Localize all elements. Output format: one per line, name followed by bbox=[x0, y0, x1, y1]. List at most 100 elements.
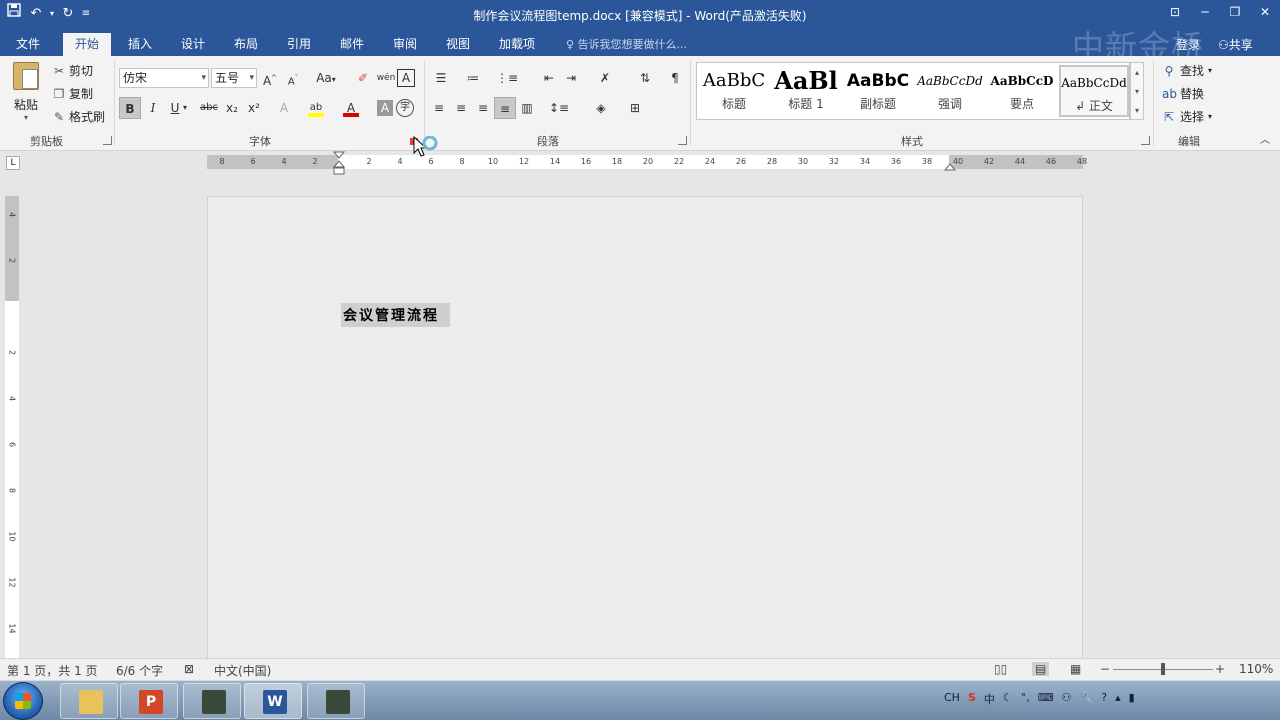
tab-view[interactable]: 视图 bbox=[434, 33, 482, 56]
document-selected-text[interactable]: 会议管理流程 bbox=[341, 303, 450, 327]
font-family-select[interactable]: 仿宋 bbox=[119, 68, 209, 88]
character-border-button[interactable]: A bbox=[397, 69, 415, 87]
read-mode-icon[interactable]: ▯▯ bbox=[994, 662, 1007, 676]
tab-addins[interactable]: 加载项 bbox=[487, 33, 547, 56]
grow-font-button[interactable]: A^ bbox=[259, 67, 281, 89]
paragraph-launcher-icon[interactable] bbox=[678, 136, 687, 145]
sort-icon[interactable]: ⇅ bbox=[634, 67, 656, 89]
style-heading-1[interactable]: AaBl 标题 1 bbox=[771, 65, 841, 117]
keyboard-icon[interactable]: ⌨ bbox=[1038, 691, 1054, 707]
justify-icon[interactable]: ≡ bbox=[494, 97, 516, 119]
clipboard-launcher-icon[interactable] bbox=[103, 136, 112, 145]
tray-language[interactable]: CH bbox=[944, 691, 960, 707]
shading-bucket-icon[interactable]: ◈ bbox=[590, 97, 612, 119]
align-center-icon[interactable]: ≡ bbox=[450, 97, 472, 119]
start-button[interactable] bbox=[3, 682, 43, 720]
language-indicator[interactable]: 中文(中国) bbox=[214, 662, 271, 679]
change-case-button[interactable]: Aa▾ bbox=[311, 67, 341, 89]
tab-design[interactable]: 设计 bbox=[169, 33, 217, 56]
style-title[interactable]: AaBbC 标题 bbox=[699, 65, 769, 117]
vertical-ruler[interactable]: 4 2 2 4 6 8 10 12 14 bbox=[5, 196, 19, 658]
cut-button[interactable]: ✂ 剪切 bbox=[52, 62, 93, 79]
decrease-indent-icon[interactable]: ⇤ bbox=[538, 67, 560, 89]
replace-button[interactable]: ab 替换 bbox=[1162, 85, 1204, 102]
superscript-button[interactable]: x² bbox=[243, 97, 265, 119]
bold-button[interactable]: B bbox=[119, 97, 141, 119]
ribbon-display-options-icon[interactable]: ⊡ bbox=[1160, 0, 1190, 24]
taskbar-app-5[interactable] bbox=[307, 683, 365, 719]
distributed-icon[interactable]: ▥ bbox=[516, 97, 538, 119]
tab-layout[interactable]: 布局 bbox=[222, 33, 270, 56]
style-normal[interactable]: AaBbCcDd ↲ 正文 bbox=[1059, 65, 1129, 117]
line-spacing-icon[interactable]: ↕≡ bbox=[548, 97, 570, 119]
font-size-select[interactable]: 五号 bbox=[211, 68, 257, 88]
taskbar-app-3[interactable] bbox=[183, 683, 241, 719]
word-count[interactable]: 6/6 个字 bbox=[116, 662, 163, 679]
shrink-font-button[interactable]: Aˇ bbox=[282, 67, 304, 89]
underline-dropdown-icon[interactable]: ▾ bbox=[180, 97, 190, 119]
enclose-characters-button[interactable]: 字 bbox=[396, 99, 414, 117]
wrench-icon[interactable]: 🔧 bbox=[1080, 691, 1094, 707]
phonetic-guide-button[interactable]: wén bbox=[375, 67, 397, 89]
taskbar-file-explorer[interactable] bbox=[60, 683, 118, 719]
tab-insert[interactable]: 插入 bbox=[116, 33, 164, 56]
indent-markers[interactable] bbox=[333, 151, 345, 177]
subscript-button[interactable]: x₂ bbox=[221, 97, 243, 119]
right-indent-marker[interactable] bbox=[944, 159, 956, 171]
tab-mailings[interactable]: 邮件 bbox=[328, 33, 376, 56]
strikethrough-button[interactable]: abc bbox=[197, 97, 221, 119]
page-count[interactable]: 第 1 页，共 1 页 bbox=[7, 662, 98, 679]
align-right-icon[interactable]: ≡ bbox=[472, 97, 494, 119]
style-strong[interactable]: AaBbCcD 要点 bbox=[987, 65, 1057, 117]
user-icon[interactable]: ⚇ bbox=[1062, 691, 1072, 707]
document-page[interactable]: 会议管理流程 bbox=[207, 196, 1083, 666]
punctuation-icon[interactable]: °, bbox=[1021, 691, 1030, 707]
increase-indent-icon[interactable]: ⇥ bbox=[560, 67, 582, 89]
character-shading-button[interactable]: A bbox=[377, 100, 393, 116]
multilevel-list-icon[interactable]: ⋮≡ bbox=[496, 67, 518, 89]
borders-icon[interactable]: ⊞ bbox=[624, 97, 646, 119]
tab-references[interactable]: 引用 bbox=[275, 33, 323, 56]
zoom-level[interactable]: 110% bbox=[1239, 662, 1273, 676]
tray-overflow-icon[interactable]: ▴ bbox=[1115, 691, 1121, 707]
proofing-icon[interactable]: ⊠ bbox=[184, 662, 194, 676]
font-color-button[interactable]: A bbox=[340, 97, 362, 119]
styles-gallery-scroll[interactable]: ▴ ▾ ▾ bbox=[1130, 62, 1144, 120]
text-effects-button[interactable]: A bbox=[273, 97, 295, 119]
paste-button[interactable]: 粘贴 ▾ bbox=[10, 62, 42, 122]
moon-icon[interactable]: ☾ bbox=[1003, 691, 1013, 707]
show-marks-icon[interactable]: ¶ bbox=[664, 67, 686, 89]
format-painter-button[interactable]: ✎ 格式刷 bbox=[52, 108, 105, 125]
tab-home[interactable]: 开始 bbox=[63, 33, 112, 56]
find-button[interactable]: ⚲ 查找 ▾ bbox=[1162, 62, 1212, 79]
style-emphasis[interactable]: AaBbCcDd 强调 bbox=[915, 65, 985, 117]
print-layout-icon[interactable]: ▤ bbox=[1032, 662, 1050, 676]
select-button[interactable]: ⇱ 选择 ▾ bbox=[1162, 108, 1212, 125]
zoom-in-icon[interactable]: + bbox=[1215, 662, 1225, 676]
styles-launcher-icon[interactable] bbox=[1141, 136, 1150, 145]
clear-formatting-icon[interactable]: ✐ bbox=[352, 67, 374, 89]
zoom-slider-thumb[interactable] bbox=[1161, 663, 1165, 675]
sogou-ime-icon[interactable]: S bbox=[968, 691, 976, 707]
tab-review[interactable]: 审阅 bbox=[381, 33, 429, 56]
tray-ime-mode[interactable]: 中 bbox=[984, 691, 995, 707]
zoom-out-icon[interactable]: − bbox=[1100, 662, 1110, 676]
bullets-icon[interactable]: ☰ bbox=[430, 67, 452, 89]
share-button[interactable]: ⚇共享 bbox=[1218, 36, 1253, 53]
numbering-icon[interactable]: ≔ bbox=[462, 67, 484, 89]
italic-button[interactable]: I bbox=[142, 97, 164, 119]
web-layout-icon[interactable]: ▦ bbox=[1070, 662, 1081, 676]
align-left-icon[interactable]: ≡ bbox=[428, 97, 450, 119]
tell-me-box[interactable]: ♀ 告诉我您想要做什么... bbox=[566, 36, 687, 52]
tab-file[interactable]: 文件 bbox=[4, 33, 52, 56]
collapse-ribbon-icon[interactable]: ︿ bbox=[1254, 130, 1276, 152]
tab-selector[interactable]: L bbox=[6, 156, 20, 170]
taskbar-word[interactable]: W bbox=[244, 683, 302, 719]
chinese-layout-icon[interactable]: ✗ bbox=[594, 67, 616, 89]
restore-button[interactable]: ❐ bbox=[1220, 0, 1250, 24]
copy-button[interactable]: ❐ 复制 bbox=[52, 85, 93, 102]
style-subtitle[interactable]: AaBbC 副标题 bbox=[843, 65, 913, 117]
close-button[interactable]: ✕ bbox=[1250, 0, 1280, 24]
highlight-button[interactable]: ab bbox=[305, 97, 327, 119]
help-icon[interactable]: ? bbox=[1101, 691, 1107, 707]
